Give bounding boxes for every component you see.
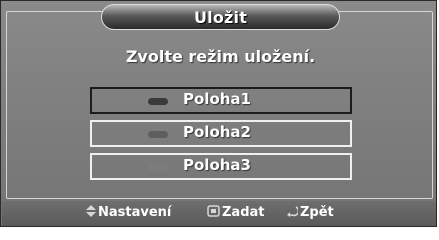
option-label: Poloha2 (183, 123, 251, 141)
enter-icon (207, 205, 220, 220)
option-label: Poloha1 (183, 90, 251, 108)
footer-enter[interactable]: Zadat (207, 205, 265, 220)
footer-back[interactable]: Zpět (286, 205, 334, 220)
option-poloha3[interactable]: Poloha3 (90, 153, 352, 180)
dialog-prompt: Zvolte režim uložení. (125, 47, 316, 66)
title-pill: Uložit (101, 4, 340, 30)
option-poloha2[interactable]: Poloha2 (90, 120, 352, 147)
osd-panel: Uložit Zvolte režim uložení. Poloha1 Pol… (0, 0, 437, 227)
return-arrow-icon (286, 205, 300, 220)
footer-bar: Nastavení Zadat Zpět (2, 201, 436, 226)
dialog-title: Uložit (193, 7, 248, 27)
footer-move[interactable]: Nastavení (86, 205, 171, 220)
option-label: Poloha3 (183, 156, 251, 174)
option-poloha1[interactable]: Poloha1 (90, 87, 352, 114)
footer-move-label: Nastavení (98, 205, 172, 220)
footer-enter-label: Zadat (222, 205, 265, 220)
footer-back-label: Zpět (300, 205, 334, 220)
option-bullet-icon (148, 164, 168, 171)
option-bullet-icon (148, 131, 168, 138)
option-bullet-icon (148, 98, 168, 105)
up-down-arrows-icon (86, 205, 96, 220)
